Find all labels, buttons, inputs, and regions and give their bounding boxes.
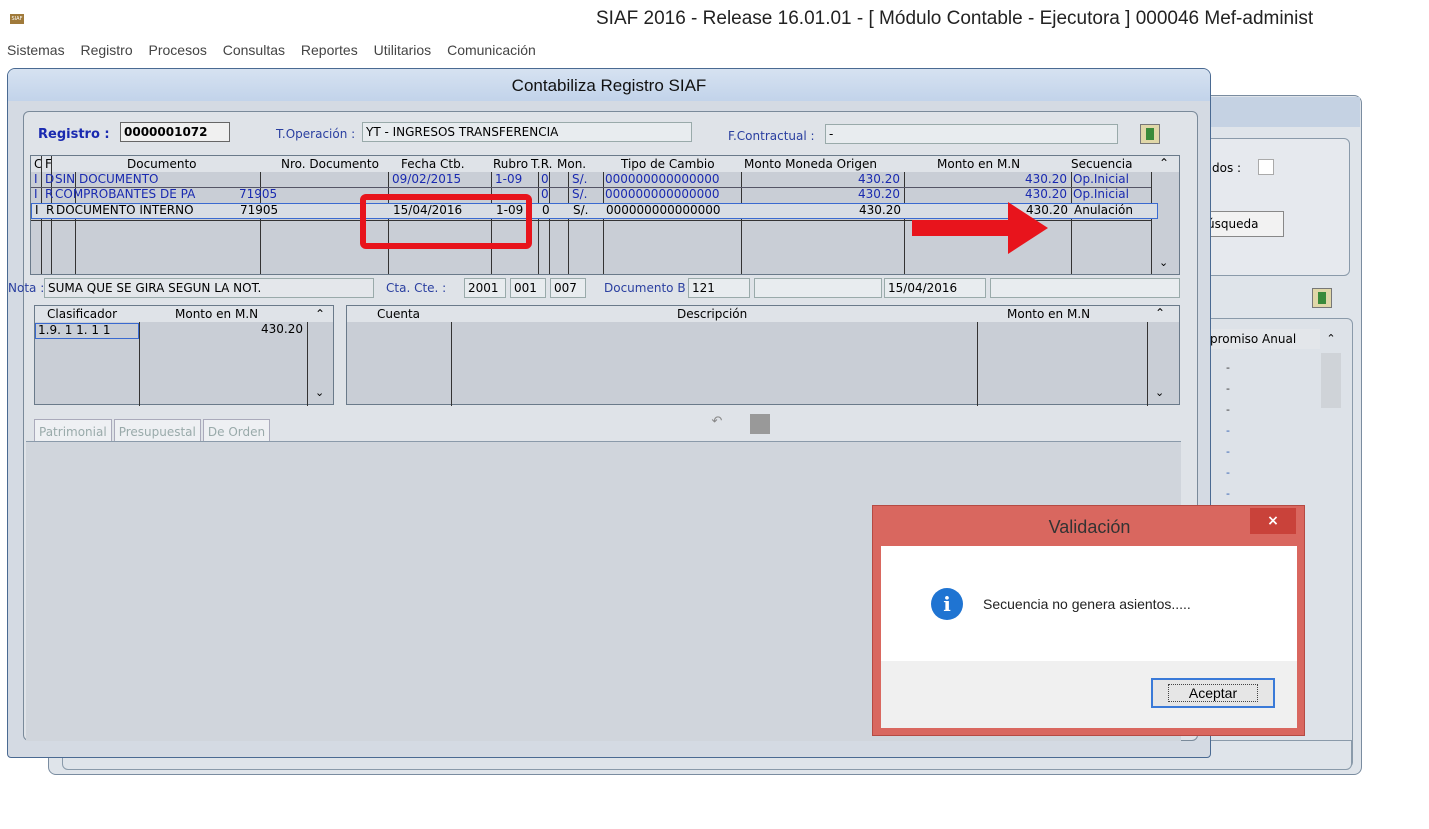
tab-patrimonial[interactable]: Patrimonial — [34, 419, 112, 443]
background-window-titlebar — [1190, 97, 1360, 127]
dialog-close-button[interactable]: × — [1250, 508, 1296, 534]
nota-label: Nota : — [8, 281, 45, 295]
menu-consultas[interactable]: Consultas — [223, 42, 285, 58]
busqueda-button[interactable]: úsqueda — [1202, 211, 1284, 237]
clasificador-row[interactable]: 1.9. 1 1. 1 1 430.20 — [35, 323, 307, 339]
clasificador-scroll-up-icon[interactable]: ⌃ — [315, 307, 325, 321]
documento-b-label: Documento B : — [604, 281, 694, 295]
highlight-arrow-head-icon — [1008, 202, 1048, 254]
grid-header-monto-mn: Monto en M.N — [937, 157, 1021, 171]
fcontractual-label: F.Contractual : — [728, 129, 815, 143]
background-column-header: promiso Anual — [1210, 329, 1320, 349]
menu-sistemas[interactable]: Sistemas — [7, 42, 65, 58]
ctacte-field-2[interactable]: 001 — [510, 278, 546, 298]
ctacte-label: Cta. Cte. : — [386, 281, 447, 295]
dialog-message: Secuencia no genera asientos..... — [983, 596, 1191, 612]
grid-header-secuencia: Secuencia — [1071, 157, 1133, 171]
tab-strip: Patrimonial Presupuestal De Orden — [34, 419, 272, 443]
grid-header-fecha: Fecha Ctb. — [401, 157, 465, 171]
ctacte-field-3[interactable]: 007 — [550, 278, 586, 298]
validation-dialog: Validación × i Secuencia no genera asien… — [872, 505, 1305, 736]
clasificador-header: Clasificador Monto en M.N ⌃ — [35, 306, 333, 322]
background-checkbox[interactable] — [1258, 159, 1274, 175]
app-title: SIAF 2016 - Release 16.01.01 - [ Módulo … — [596, 8, 1314, 29]
toperacion-field[interactable]: YT - INGRESOS TRANSFERENCIA — [362, 122, 692, 142]
background-scroll-thumb[interactable] — [1321, 353, 1341, 408]
extra-field[interactable] — [990, 278, 1180, 298]
aceptar-button-label: Aceptar — [1167, 684, 1259, 702]
dialog-body: i Secuencia no genera asientos..... — [881, 546, 1297, 661]
documento-b-field[interactable]: 121 — [688, 278, 750, 298]
menu-comunicacion[interactable]: Comunicación — [447, 42, 536, 58]
aceptar-button[interactable]: Aceptar — [1151, 678, 1275, 708]
exit-icon[interactable] — [1140, 124, 1160, 144]
tab-de-orden[interactable]: De Orden — [202, 419, 271, 443]
clasificador-grid: Clasificador Monto en M.N ⌃ 1.9. 1 1. 1 … — [34, 305, 334, 406]
siaf-app-icon: SIAF — [10, 14, 24, 24]
grid-scroll-up-icon[interactable]: ⌃ — [1159, 156, 1169, 170]
ctacte-field-1[interactable]: 2001 — [464, 278, 506, 298]
cuentas-header-descripcion: Descripción — [677, 307, 748, 321]
grid-header-nro: Nro. Documento — [281, 157, 379, 171]
grid-header-mon: Mon. — [557, 157, 587, 171]
table-row[interactable]: I R COMPROBANTES DE PA 71905 0 S/. 00000… — [31, 188, 1151, 202]
dialog-footer: Aceptar — [881, 661, 1297, 728]
table-row[interactable]: I D SIN DOCUMENTO 09/02/2015 1-09 0 S/. … — [31, 173, 1151, 187]
clasificador-header-monto: Monto en M.N — [175, 307, 259, 321]
stop-icon[interactable] — [750, 414, 770, 434]
menu-bar: Sistemas Registro Procesos Consultas Rep… — [0, 42, 900, 62]
dialog-title: Validación — [1048, 517, 1131, 537]
background-label-dos: dos : — [1212, 161, 1242, 175]
clasificador-header-clasificador: Clasificador — [47, 307, 118, 321]
background-filter-panel: dos : úsqueda — [1202, 138, 1350, 276]
documento-b-extra-field[interactable] — [754, 278, 882, 298]
grid-header-row: C F Documento Nro. Documento Fecha Ctb. … — [31, 156, 1179, 172]
clasificador-scroll-down-icon[interactable]: ⌄ — [315, 386, 324, 399]
background-dash-column: ------- — [1226, 361, 1230, 500]
grid-header-tr: T.R. — [531, 157, 553, 171]
cuentas-header-cuenta: Cuenta — [377, 307, 421, 321]
background-scroll-up-icon[interactable]: ⌃ — [1321, 329, 1341, 349]
cuentas-header: Cuenta Descripción Monto en M.N ⌃ — [347, 306, 1179, 322]
grid-header-tipo-cambio: Tipo de Cambio — [621, 157, 715, 171]
tab-presupuestal[interactable]: Presupuestal — [113, 419, 201, 443]
cuentas-scroll-down-icon[interactable]: ⌄ — [1155, 386, 1164, 399]
grid-header-monto-origen: Monto Moneda Origen — [744, 157, 877, 171]
grid-header-rubro: Rubro — [493, 157, 529, 171]
highlight-rectangle — [360, 194, 532, 249]
info-icon: i — [931, 588, 963, 620]
undo-icon[interactable]: ↶ — [706, 414, 728, 434]
date-field[interactable]: 15/04/2016 — [884, 278, 986, 298]
cuentas-scroll-up-icon[interactable]: ⌃ — [1155, 306, 1165, 320]
cuentas-grid: Cuenta Descripción Monto en M.N ⌃ ⌄ — [346, 305, 1180, 406]
nota-field[interactable]: SUMA QUE SE GIRA SEGUN LA NOT. — [44, 278, 374, 298]
grid-scroll-down-icon[interactable]: ⌄ — [1159, 256, 1168, 269]
registro-label: Registro : — [38, 127, 110, 142]
toperacion-label: T.Operación : — [276, 127, 356, 141]
table-row-selected[interactable]: I R DOCUMENTO INTERNO 71905 15/04/2016 1… — [31, 203, 1158, 219]
grid-header-documento: Documento — [127, 157, 197, 171]
menu-reportes[interactable]: Reportes — [301, 42, 358, 58]
cuentas-header-monto: Monto en M.N — [1007, 307, 1091, 321]
menu-registro[interactable]: Registro — [80, 42, 132, 58]
highlight-arrow-body — [912, 220, 1012, 236]
background-exit-icon[interactable] — [1312, 288, 1332, 308]
menu-utilitarios[interactable]: Utilitarios — [374, 42, 432, 58]
menu-procesos[interactable]: Procesos — [149, 42, 207, 58]
registro-field[interactable]: 0000001072 — [120, 122, 230, 142]
window-title: Contabiliza Registro SIAF — [8, 69, 1210, 101]
fcontractual-field[interactable]: - — [825, 124, 1118, 144]
